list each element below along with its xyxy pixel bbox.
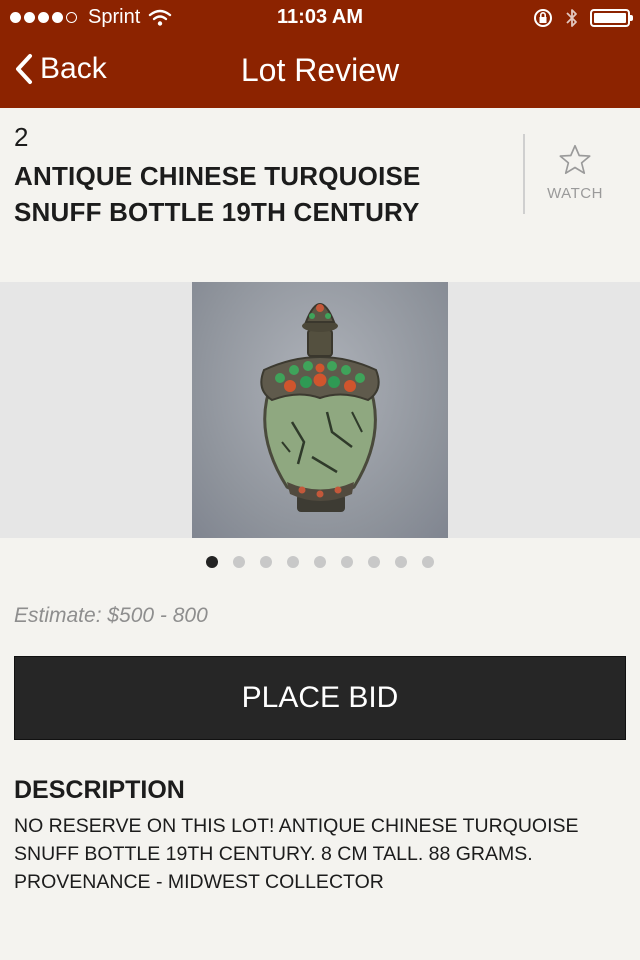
snuff-bottle-image [260, 303, 380, 512]
pager-dot[interactable] [368, 556, 380, 568]
pager-dot[interactable] [314, 556, 326, 568]
watch-button[interactable]: WATCH [530, 142, 620, 202]
navigation-bar: Back Lot Review [0, 36, 640, 108]
lot-header: 2 ANTIQUE CHINESE TURQUOISE SNUFF BOTTLE… [0, 108, 640, 258]
top-bar: Sprint 11:03 AM Back Lot Review [0, 0, 640, 108]
pager-dot[interactable] [287, 556, 299, 568]
star-icon [559, 144, 591, 175]
image-pager[interactable] [0, 556, 640, 568]
page-title: Lot Review [240, 52, 400, 88]
pager-dot[interactable] [395, 556, 407, 568]
image-gallery[interactable] [0, 282, 640, 538]
description-heading: DESCRIPTION [14, 776, 185, 804]
status-right [532, 6, 633, 30]
estimate-text: Estimate: $500 - 800 [14, 604, 208, 627]
watch-label: WATCH [547, 185, 603, 202]
rotation-lock-icon [534, 9, 552, 27]
pager-dot[interactable] [422, 556, 434, 568]
description-text: NO RESERVE ON THIS LOT! ANTIQUE CHINESE … [14, 815, 579, 893]
pager-dot[interactable] [341, 556, 353, 568]
lot-number: 2 [14, 122, 29, 152]
battery-icon [590, 9, 633, 27]
place-bid-label: PLACE BID [241, 681, 399, 714]
place-bid-button[interactable]: PLACE BID [14, 656, 626, 740]
bluetooth-icon [566, 9, 577, 27]
pager-dot[interactable] [206, 556, 218, 568]
status-bar: Sprint 11:03 AM [0, 0, 640, 36]
divider [523, 134, 525, 214]
lot-photo[interactable] [192, 282, 448, 538]
pager-dot[interactable] [233, 556, 245, 568]
lot-title: ANTIQUE CHINESE TURQUOISE SNUFF BOTTLE 1… [14, 161, 421, 227]
pager-dot[interactable] [260, 556, 272, 568]
